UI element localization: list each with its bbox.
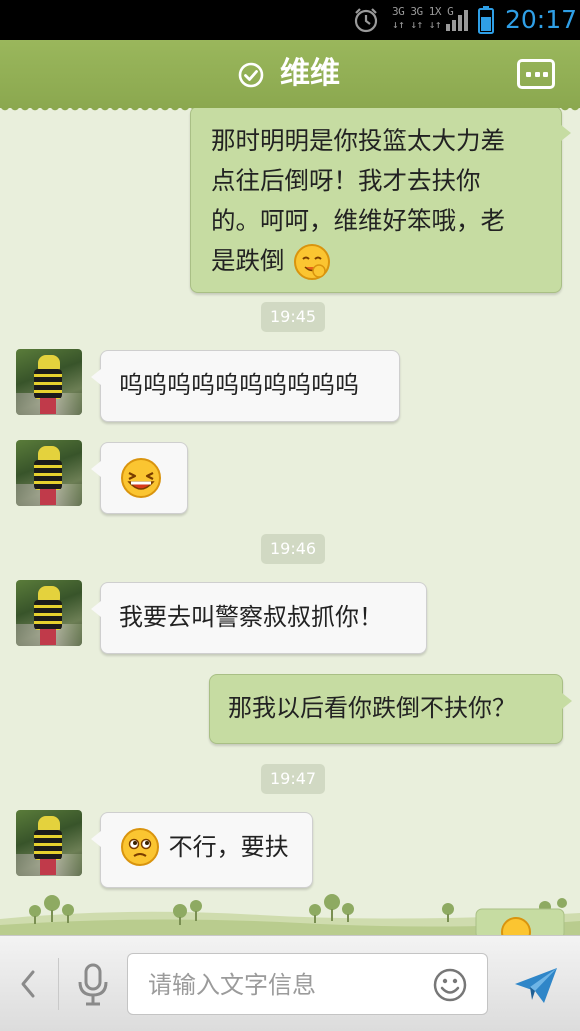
thinking-emoji-icon	[121, 828, 159, 866]
received-message-bubble[interactable]: 呜呜呜呜呜呜呜呜呜呜	[91, 350, 400, 422]
timestamp-badge: 19:47	[261, 764, 326, 794]
message-line: 点往后倒呀！我才去扶你	[211, 166, 481, 195]
received-emoji-bubble[interactable]	[91, 442, 188, 514]
alarm-clock-icon	[354, 8, 378, 33]
message-line: 那时明明是你投篮太大力差	[211, 126, 505, 155]
message-input-container	[127, 953, 488, 1015]
divider	[58, 958, 59, 1010]
timestamp-badge: 19:45	[261, 302, 326, 332]
contact-name: 维维	[280, 56, 340, 91]
contact-avatar[interactable]	[16, 440, 82, 506]
sent-message-bubble[interactable]: 那我以后看你跌倒不扶你？	[209, 674, 572, 744]
back-chevron-icon[interactable]	[16, 964, 40, 1004]
message-list[interactable]: 那时明明是你投篮太大力差 点往后倒呀！我才去扶你 的。呵呵，维维好笨哦，老 是跌…	[0, 108, 580, 933]
battery-icon	[478, 6, 494, 34]
laughing-emoji-icon	[121, 458, 161, 498]
received-message-bubble[interactable]: 我要去叫警察叔叔抓你！	[91, 582, 427, 654]
message-line: 的。呵呵，维维好笨哦，老	[211, 206, 505, 235]
microphone-icon[interactable]	[76, 962, 110, 1008]
shy-laugh-emoji-icon	[294, 244, 331, 280]
check-circle-icon	[238, 62, 264, 88]
contact-avatar[interactable]	[16, 580, 82, 646]
status-time: 20:17	[505, 5, 578, 34]
send-icon[interactable]	[512, 964, 560, 1006]
received-message-bubble[interactable]: 不行，要扶	[91, 812, 313, 888]
message-input[interactable]	[148, 966, 408, 1004]
contact-avatar[interactable]	[16, 810, 82, 876]
sent-message-bubble[interactable]: 那时明明是你投篮太大力差 点往后倒呀！我才去扶你 的。呵呵，维维好笨哦，老 是跌…	[190, 108, 571, 293]
chat-header: 维维	[0, 40, 580, 114]
input-bar	[0, 935, 580, 1031]
timestamp-badge: 19:46	[261, 534, 326, 564]
smiley-icon[interactable]	[432, 967, 468, 1003]
status-bar: 3G 3G 1X G ↓↑ ↓↑ ↓↑ 20:17	[0, 0, 580, 40]
signal-strength-icon	[446, 10, 468, 31]
message-text: 不行，要扶	[168, 833, 289, 861]
more-button[interactable]	[517, 59, 555, 89]
message-line: 是跌倒	[211, 241, 543, 282]
more-icon	[526, 72, 531, 77]
background-scenery	[0, 894, 580, 935]
contact-avatar[interactable]	[16, 349, 82, 415]
